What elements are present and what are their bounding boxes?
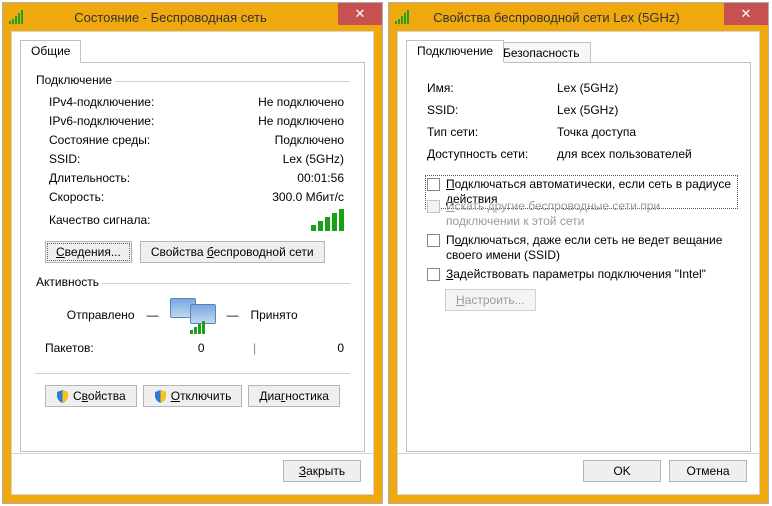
row-ssid: SSID:Lex (5GHz) bbox=[49, 150, 344, 169]
details-button-label: Сведения... bbox=[56, 245, 121, 259]
ipv6-value: Не подключено bbox=[224, 112, 344, 131]
packets-sent-value: 0 bbox=[125, 341, 245, 355]
tab-page-connection: Имя:Lex (5GHz) SSID:Lex (5GHz) Тип сети:… bbox=[406, 62, 751, 452]
checkbox-connect-hidden[interactable]: Подключаться, даже если сеть не ведет ве… bbox=[427, 233, 736, 263]
checkbox-icon bbox=[427, 200, 440, 213]
tabstrip: Подключение Безопасность bbox=[406, 40, 751, 64]
divider bbox=[12, 453, 373, 454]
activity-received-label: Принято bbox=[239, 308, 345, 322]
ssid-label: SSID: bbox=[49, 150, 224, 169]
window-title: Состояние - Беспроводная сеть bbox=[23, 10, 338, 25]
speed-value: 300.0 Мбит/с bbox=[224, 188, 344, 207]
name-value: Lex (5GHz) bbox=[557, 81, 730, 99]
tab-general[interactable]: Общие bbox=[20, 40, 81, 63]
checkbox-hidden-label: Подключаться, даже если сеть не ведет ве… bbox=[446, 233, 736, 263]
configure-button: Настроить... bbox=[445, 289, 536, 311]
nettype-label: Тип сети: bbox=[427, 125, 557, 143]
row-quality: Качество сигнала: bbox=[49, 207, 344, 233]
status-window: Состояние - Беспроводная сеть ✕ Общие По… bbox=[2, 2, 383, 504]
name-label: Имя: bbox=[427, 81, 557, 99]
ipv6-label: IРv6-подключение: bbox=[49, 112, 224, 131]
ok-button[interactable]: OK bbox=[583, 460, 661, 482]
media-value: Подключено bbox=[224, 131, 344, 150]
tab-connection[interactable]: Подключение bbox=[406, 40, 504, 63]
shield-icon bbox=[154, 390, 167, 403]
close-window-button[interactable]: Закрыть bbox=[283, 460, 361, 482]
wireless-properties-window: Свойства беспроводной сети Lex (5GHz) ✕ … bbox=[388, 2, 769, 504]
prop-name: Имя:Lex (5GHz) bbox=[427, 81, 730, 99]
prop-ssid: SSID:Lex (5GHz) bbox=[427, 103, 730, 121]
media-label: Состояние среды: bbox=[49, 131, 224, 150]
wireless-props-button-label: Свойства беспроводной сети bbox=[151, 245, 314, 259]
quality-label: Качество сигнала: bbox=[49, 211, 224, 230]
disable-button-label: Отключить bbox=[171, 389, 232, 403]
checkbox-search-other-label: Искать другие беспроводные сети при подк… bbox=[446, 199, 736, 229]
avail-label: Доступность сети: bbox=[427, 147, 557, 165]
properties-button-label: Свойства bbox=[73, 389, 126, 403]
close-window-button-label: Закрыть bbox=[299, 464, 345, 478]
details-button[interactable]: Сведения... bbox=[45, 241, 132, 263]
diagnose-button-label: Диагностика bbox=[259, 389, 329, 403]
row-ipv6: IРv6-подключение:Не подключено bbox=[49, 112, 344, 131]
configure-button-label: Настроить... bbox=[456, 293, 525, 307]
tabstrip: Общие bbox=[20, 40, 365, 64]
close-icon: ✕ bbox=[355, 6, 366, 22]
close-button[interactable]: ✕ bbox=[724, 3, 768, 25]
group-activity-label: Активность bbox=[33, 275, 102, 289]
checkbox-intel-label: Задействовать параметры подключения "Int… bbox=[446, 267, 706, 282]
row-media: Состояние среды:Подключено bbox=[49, 131, 344, 150]
divider bbox=[35, 373, 350, 374]
tab-security[interactable]: Безопасность bbox=[492, 42, 591, 63]
client-area: Подключение Безопасность Имя:Lex (5GHz) … bbox=[397, 31, 760, 495]
group-connection-label: Подключение bbox=[33, 73, 115, 87]
checkbox-intel[interactable]: Задействовать параметры подключения "Int… bbox=[427, 267, 736, 282]
ipv4-label: IРv4-подключение: bbox=[49, 93, 224, 112]
wireless-props-button[interactable]: Свойства беспроводной сети bbox=[140, 241, 325, 263]
nettype-value: Точка доступа bbox=[557, 125, 730, 143]
speed-label: Скорость: bbox=[49, 188, 224, 207]
row-speed: Скорость:300.0 Мбит/с bbox=[49, 188, 344, 207]
signal-strength-icon bbox=[9, 10, 23, 24]
ssid-label: SSID: bbox=[427, 103, 557, 121]
checkbox-search-other: Искать другие беспроводные сети при подк… bbox=[427, 199, 736, 229]
row-duration: Длительность:00:01:56 bbox=[49, 169, 344, 188]
properties-button[interactable]: Свойства bbox=[45, 385, 137, 407]
avail-value: для всех пользователей bbox=[557, 147, 730, 165]
titlebar[interactable]: Свойства беспроводной сети Lex (5GHz) ✕ bbox=[389, 3, 768, 31]
diagnose-button[interactable]: Диагностика bbox=[248, 385, 340, 407]
titlebar[interactable]: Состояние - Беспроводная сеть ✕ bbox=[3, 3, 382, 31]
divider bbox=[398, 453, 759, 454]
prop-nettype: Тип сети:Точка доступа bbox=[427, 125, 730, 143]
prop-availability: Доступность сети:для всех пользователей bbox=[427, 147, 730, 165]
ipv4-value: Не подключено bbox=[224, 93, 344, 112]
activity-sent-label: Отправлено bbox=[41, 308, 147, 322]
cancel-button[interactable]: Отмена bbox=[669, 460, 747, 482]
close-button[interactable]: ✕ bbox=[338, 3, 382, 25]
tab-page-general: Подключение IРv4-подключение:Не подключе… bbox=[20, 62, 365, 452]
signal-strength-icon bbox=[395, 10, 409, 24]
duration-label: Длительность: bbox=[49, 169, 224, 188]
packets-label: Пакетов: bbox=[45, 341, 125, 355]
client-area: Общие Подключение IРv4-подключение:Не по… bbox=[11, 31, 374, 495]
shield-icon bbox=[56, 390, 69, 403]
signal-quality-icon bbox=[311, 209, 344, 231]
checkbox-icon bbox=[427, 268, 440, 281]
duration-value: 00:01:56 bbox=[224, 169, 344, 188]
close-icon: ✕ bbox=[741, 6, 752, 22]
ssid-value: Lex (5GHz) bbox=[557, 103, 730, 121]
row-ipv4: IРv4-подключение:Не подключено bbox=[49, 93, 344, 112]
ssid-value: Lex (5GHz) bbox=[224, 150, 344, 169]
disable-button[interactable]: Отключить bbox=[143, 385, 243, 407]
packets-received-value: 0 bbox=[265, 341, 345, 355]
checkbox-icon bbox=[427, 178, 440, 191]
network-activity-icon bbox=[164, 298, 222, 332]
window-title: Свойства беспроводной сети Lex (5GHz) bbox=[409, 10, 724, 25]
checkbox-icon bbox=[427, 234, 440, 247]
